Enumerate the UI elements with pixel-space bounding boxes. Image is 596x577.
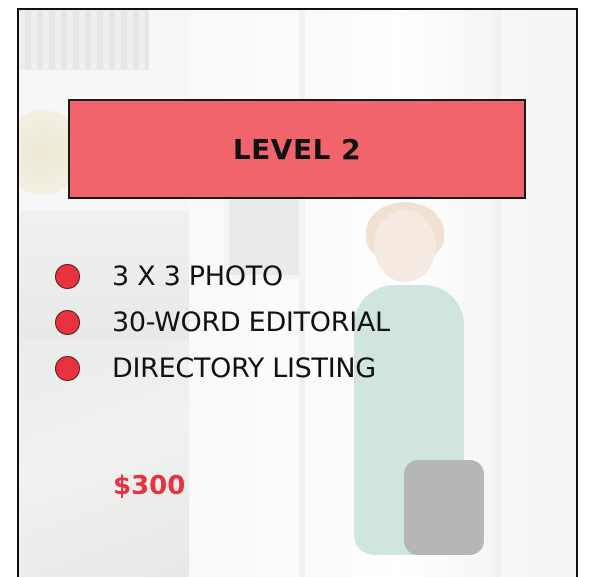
bullet-icon: [55, 309, 80, 335]
level-banner: LEVEL 2: [68, 99, 526, 199]
price-label: $300: [113, 471, 186, 501]
feature-item: DIRECTORY LISTING: [55, 345, 390, 391]
feature-item: 3 X 3 PHOTO: [55, 253, 390, 299]
feature-label: 30-WORD EDITORIAL: [112, 306, 390, 338]
level-title: LEVEL 2: [232, 132, 362, 166]
feature-item: 30-WORD EDITORIAL: [55, 299, 390, 345]
bullet-icon: [55, 355, 80, 381]
feature-list: 3 X 3 PHOTO 30-WORD EDITORIAL DIRECTORY …: [55, 253, 390, 391]
feature-label: 3 X 3 PHOTO: [112, 260, 283, 292]
feature-label: DIRECTORY LISTING: [112, 352, 376, 384]
bullet-icon: [55, 263, 80, 289]
